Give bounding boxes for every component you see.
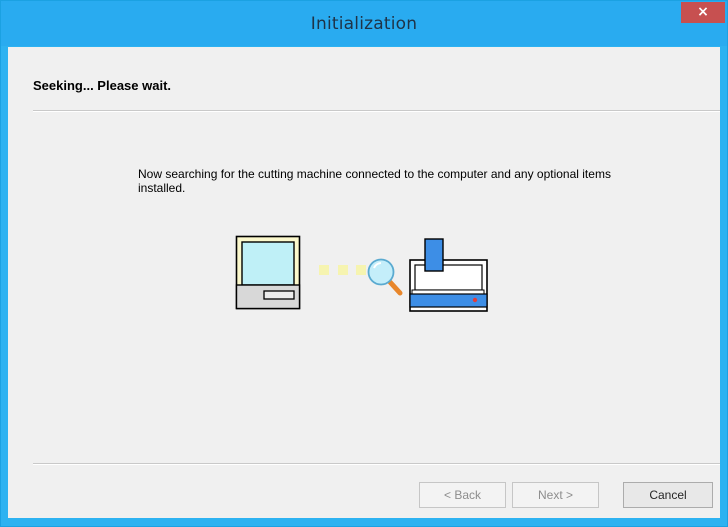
page-heading: Seeking... Please wait. — [33, 78, 172, 93]
window-title: Initialization — [310, 14, 418, 34]
computer-icon — [235, 235, 301, 310]
description-text: Now searching for the cutting machine co… — [138, 167, 611, 195]
connection-dots-icon — [319, 265, 366, 275]
magnifier-icon — [367, 258, 403, 296]
cutting-machine-icon — [409, 238, 488, 312]
dialog-content: Seeking... Please wait. Now searching fo… — [8, 47, 720, 518]
search-illustration — [235, 235, 488, 312]
header-divider — [33, 110, 720, 112]
dialog-window: Initialization × Seeking... Please wait.… — [0, 0, 728, 527]
close-icon: × — [697, 4, 709, 20]
back-button[interactable]: < Back — [419, 482, 506, 508]
close-button[interactable]: × — [681, 2, 725, 23]
title-bar[interactable]: Initialization × — [1, 1, 727, 46]
next-button[interactable]: Next > — [512, 482, 599, 508]
footer-divider — [33, 463, 720, 465]
cancel-button[interactable]: Cancel — [623, 482, 713, 508]
